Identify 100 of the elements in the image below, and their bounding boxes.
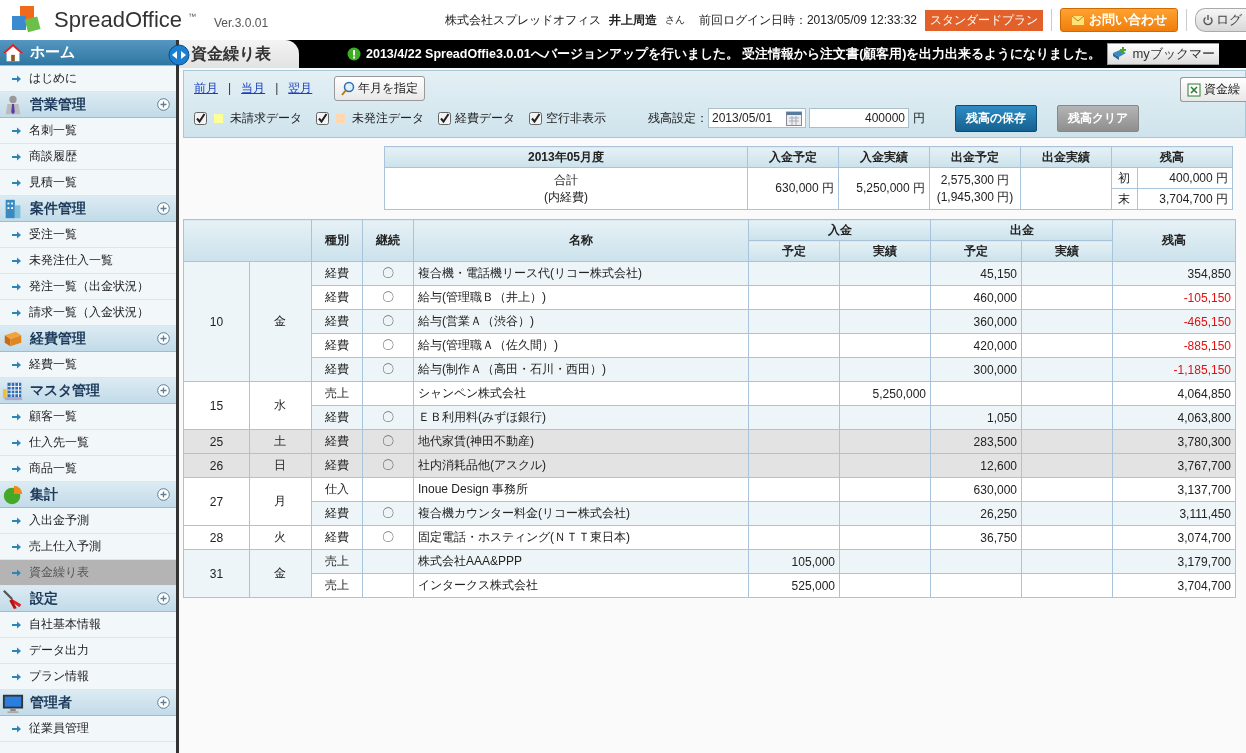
expand-icon[interactable] — [157, 202, 170, 215]
checkbox[interactable] — [316, 111, 329, 125]
table-cell: 給与(管理職Ａ（佐久間）) — [413, 333, 749, 358]
honorific: さん — [664, 13, 685, 27]
period-header: 2013年05月度 — [384, 146, 748, 168]
sidebar-section-header[interactable]: ホーム — [0, 40, 176, 66]
column-header: 入金予定 — [747, 146, 839, 168]
arrow-icon — [12, 724, 21, 733]
column-header: 入金実績 — [838, 146, 930, 168]
table-cell: 経費 — [311, 285, 363, 310]
logout-button[interactable]: ログ — [1195, 8, 1246, 32]
arrow-icon — [12, 74, 21, 83]
expand-icon[interactable] — [157, 488, 170, 501]
arrow-icon — [12, 282, 21, 291]
weekday-cell: 水 — [249, 381, 312, 430]
house-icon — [2, 41, 24, 64]
month-link[interactable]: 翌月 — [288, 79, 313, 97]
table-cell: 給与(営業Ａ（渋谷）) — [413, 309, 749, 334]
table-cell — [362, 573, 414, 598]
column-header: 残高 — [1112, 219, 1236, 262]
table-cell: 3,111,450 — [1112, 501, 1236, 526]
column-header: 名称 — [413, 219, 749, 262]
arrow-icon — [12, 464, 21, 473]
table-cell: -105,150 — [1112, 285, 1236, 310]
table-cell: 3,780,300 — [1112, 429, 1236, 454]
arrow-icon — [12, 308, 21, 317]
collapse-toggle-icon[interactable] — [168, 44, 190, 66]
version-label: Ver.3.0.01 — [214, 16, 269, 30]
table-cell: 〇 — [362, 333, 414, 358]
sidebar-section-header[interactable]: 経費管理 — [0, 326, 176, 352]
search-icon — [341, 80, 356, 96]
arrow-icon — [12, 256, 21, 265]
table-cell: 株式会社AAA&PPP — [413, 549, 749, 574]
arrow-icon — [12, 646, 21, 655]
amount-field[interactable]: 400000 — [809, 108, 909, 128]
user-name: 井上周造 — [608, 11, 657, 29]
table-cell: 仕入 — [311, 477, 363, 502]
sidebar-section-header[interactable]: 設定 — [0, 586, 176, 612]
expand-icon[interactable] — [157, 696, 170, 709]
bookmark-button[interactable]: myブックマー — [1107, 43, 1219, 65]
save-balance-button[interactable]: 残高の保存 — [955, 104, 1037, 132]
arrow-icon — [12, 360, 21, 369]
column-header: 出金 — [930, 219, 1113, 241]
expand-icon[interactable] — [157, 384, 170, 397]
table-cell: ＥＢ利用料(みずほ銀行) — [413, 405, 749, 430]
table-cell: 2,575,300 円 (1,945,300 円) — [929, 167, 1021, 210]
table-cell: 5,250,000 — [839, 381, 931, 406]
sidebar-section-header[interactable]: 集計 — [0, 482, 176, 508]
expand-icon[interactable] — [157, 98, 170, 111]
expand-icon[interactable] — [157, 592, 170, 605]
table-cell: 4,063,800 — [1112, 405, 1236, 430]
weekday-cell: 月 — [249, 477, 312, 526]
table-cell: 〇 — [362, 525, 414, 550]
arrow-icon — [12, 126, 21, 135]
table-cell: 経費 — [311, 333, 363, 358]
table-cell: 354,850 — [1112, 261, 1236, 286]
sidebar-section-header[interactable]: マスタ管理 — [0, 378, 176, 404]
calendar-icon[interactable] — [786, 110, 802, 126]
month-link[interactable]: 前月 — [194, 79, 218, 97]
arrow-icon — [12, 542, 21, 551]
table-cell: 36,750 — [930, 525, 1022, 550]
table-cell: 300,000 — [930, 357, 1022, 382]
checkbox[interactable] — [438, 111, 451, 125]
arrow-icon — [12, 230, 21, 239]
summary-label: 合計 (内経費) — [384, 167, 748, 210]
arrow-icon — [12, 152, 21, 161]
sidebar-section-header[interactable]: 管理者 — [0, 690, 176, 716]
sidebar-section-header[interactable]: 営業管理 — [0, 92, 176, 118]
export-button[interactable]: 資金繰 — [1180, 77, 1246, 102]
balance-label: 残高設定： — [648, 109, 708, 127]
table-cell: 3,179,700 — [1112, 549, 1236, 574]
month-link[interactable]: 当月 — [241, 79, 266, 97]
last-login: 前回ログイン日時：2013/05/09 12:33:32 — [698, 11, 917, 29]
day-cell: 27 — [183, 477, 250, 526]
arrow-icon — [12, 568, 21, 577]
table-cell: 複合機カウンター料金(リコー株式会社) — [413, 501, 749, 526]
table-cell: 給与(制作Ａ（高田・石川・西田）) — [413, 357, 749, 382]
expand-icon[interactable] — [157, 332, 170, 345]
day-cell: 10 — [183, 261, 250, 382]
column-header: 入金 — [748, 219, 931, 241]
table-cell: 3,704,700 — [1112, 573, 1236, 598]
date-field[interactable]: 2013/05/01 — [708, 108, 806, 128]
table-cell: 630,000 — [930, 477, 1022, 502]
column-header: 継続 — [362, 219, 414, 262]
column-header: 出金実績 — [1020, 146, 1112, 168]
month-picker-button[interactable]: 年月を指定 — [334, 75, 426, 101]
arrow-icon — [12, 516, 21, 525]
trademark: ™ — [188, 12, 196, 21]
checkbox[interactable] — [194, 111, 207, 125]
checkbox-label: 未請求データ — [230, 109, 302, 127]
sidebar-item[interactable]: 資金繰り表 — [0, 560, 176, 586]
table-cell: 45,150 — [930, 261, 1022, 286]
power-icon — [1202, 14, 1214, 26]
day-cell: 15 — [183, 381, 250, 430]
checkbox[interactable] — [529, 111, 542, 125]
sidebar-section-header[interactable]: 案件管理 — [0, 196, 176, 222]
company-name: 株式会社スプレッドオフィス — [444, 11, 601, 29]
table-cell: 4,064,850 — [1112, 381, 1236, 406]
plan-badge: スタンダードプラン — [925, 9, 1043, 31]
arrow-icon — [12, 672, 21, 681]
